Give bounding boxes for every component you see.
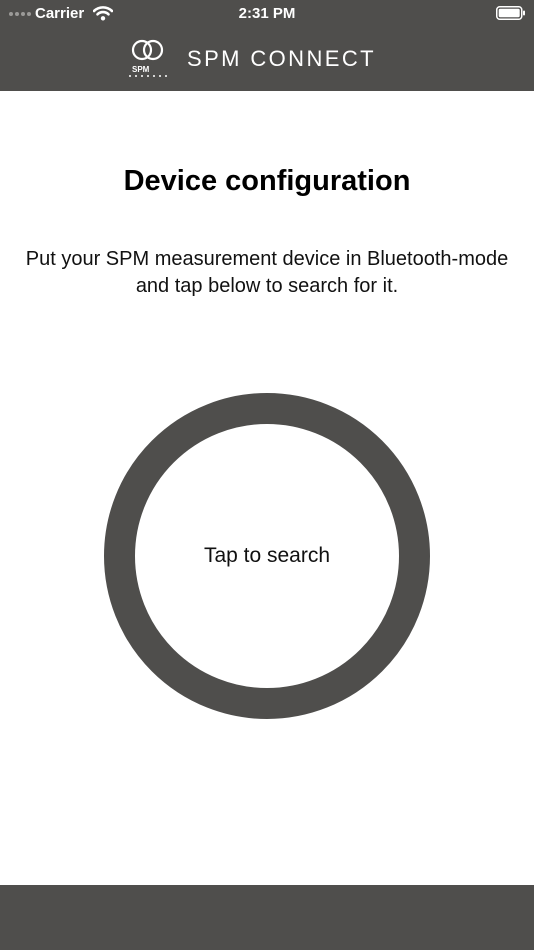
status-bar: Carrier 2:31 PM	[0, 0, 534, 28]
footer-bar	[0, 885, 534, 950]
clock: 2:31 PM	[238, 5, 296, 22]
page-title: Device configuration	[123, 165, 411, 197]
instructions-text: Put your SPM measurement device in Bluet…	[25, 248, 509, 297]
battery-icon	[496, 6, 526, 24]
app-title: SPM CONNECT	[187, 46, 376, 71]
spm-logo: SPM	[127, 38, 171, 85]
search-button[interactable]: Tap to search	[104, 393, 430, 719]
app-screen: Carrier 2:31 PM SPM SPM CONNECT Device c…	[0, 0, 534, 950]
svg-text:SPM: SPM	[132, 65, 150, 74]
header-bar: Carrier 2:31 PM SPM SPM CONNECT	[0, 0, 534, 91]
search-button-label: Tap to search	[203, 544, 331, 567]
